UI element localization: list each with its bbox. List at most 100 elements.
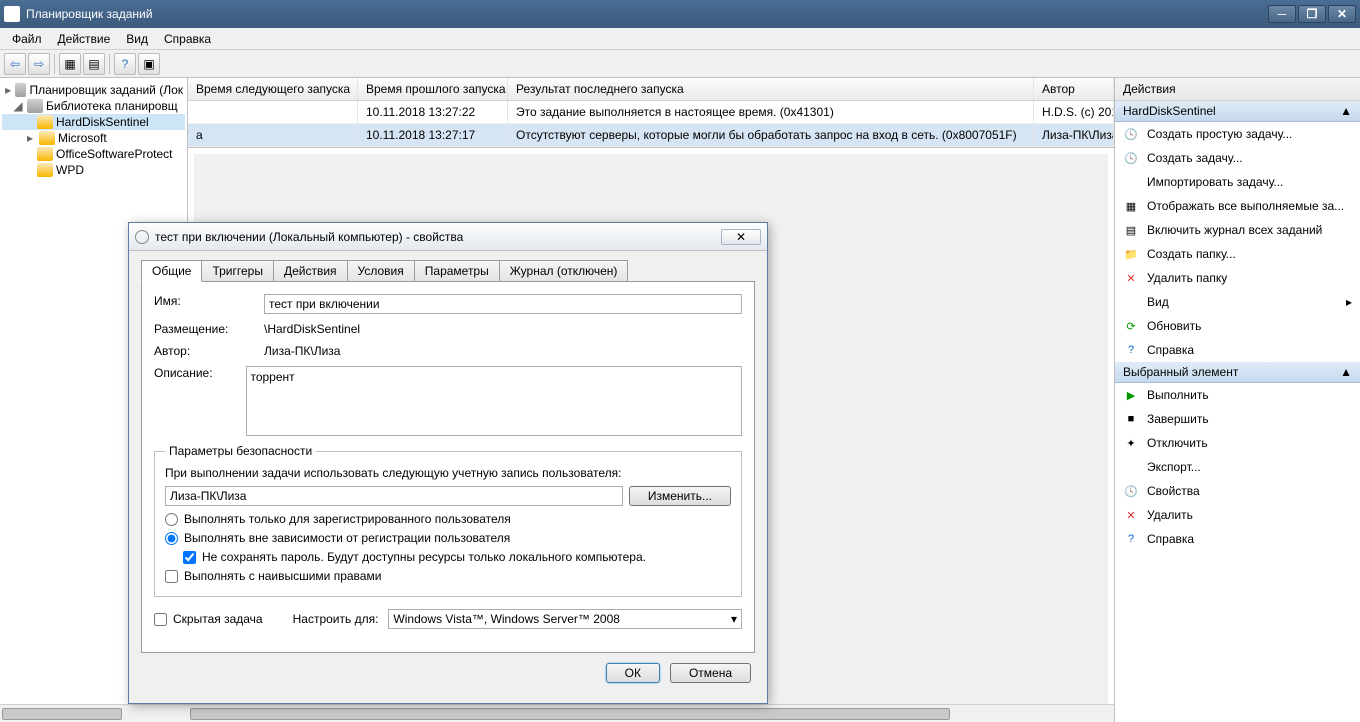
description-input[interactable] [246,366,742,436]
dialog-close-button[interactable]: ✕ [721,229,761,245]
help-icon: ? [1123,531,1139,547]
col-next[interactable]: Время следующего запуска [188,78,358,100]
tree-item-harddisksentinel[interactable]: HardDiskSentinel [2,114,185,130]
action-enable-history[interactable]: ▤Включить журнал всех заданий [1115,218,1360,242]
radio-any-user[interactable]: Выполнять вне зависимости от регистрации… [165,531,731,545]
dialog-tabs: Общие Триггеры Действия Условия Параметр… [129,251,767,281]
action-run[interactable]: ▶Выполнить [1115,383,1360,407]
action-end[interactable]: ■Завершить [1115,407,1360,431]
table-row[interactable]: а 10.11.2018 13:27:17 Отсутствуют сервер… [188,124,1114,147]
close-button[interactable]: ✕ [1328,5,1356,23]
action-help-2[interactable]: ?Справка [1115,527,1360,551]
forward-button[interactable]: ⇨ [28,53,50,75]
change-user-button[interactable]: Изменить... [629,486,731,506]
tab-triggers[interactable]: Триггеры [201,260,274,282]
tab-actions[interactable]: Действия [273,260,348,282]
ok-button[interactable]: ОК [606,663,660,683]
toolbar-button-1[interactable]: ▦ [59,53,81,75]
app-icon [4,6,20,22]
delete-icon: ✕ [1123,270,1139,286]
cancel-button[interactable]: Отмена [670,663,751,683]
wizard-icon: 🕓 [1123,126,1139,142]
collapse-icon: ▲ [1340,104,1352,118]
help-icon: ? [1123,342,1139,358]
dialog-title: тест при включении (Локальный компьютер)… [155,230,721,244]
actions-group-1[interactable]: HardDiskSentinel▲ [1115,101,1360,122]
action-show-running[interactable]: ▦Отображать все выполняемые за... [1115,194,1360,218]
tree-root[interactable]: ▸Планировщик заданий (Лок [2,82,185,98]
running-icon: ▦ [1123,198,1139,214]
dialog-titlebar[interactable]: тест при включении (Локальный компьютер)… [129,223,767,251]
grid-header: Время следующего запуска Время прошлого … [188,78,1114,101]
action-view[interactable]: Вид▸ [1115,290,1360,314]
action-new-folder[interactable]: 📁Создать папку... [1115,242,1360,266]
action-delete-folder[interactable]: ✕Удалить папку [1115,266,1360,290]
label-author: Автор: [154,344,264,358]
check-hidden[interactable]: Скрытая задача [154,612,263,626]
properties-icon: 🕓 [1123,483,1139,499]
value-name[interactable]: тест при включении [264,294,742,314]
check-highest-priv[interactable]: Выполнять с наивысшими правами [165,569,731,583]
tree-library[interactable]: ◢Библиотека планировщ [2,98,185,114]
chevron-down-icon: ▾ [731,612,737,626]
action-delete[interactable]: ✕Удалить [1115,503,1360,527]
tree-scrollbar[interactable] [0,704,188,722]
security-legend: Параметры безопасности [165,444,316,458]
toolbar-button-2[interactable]: ▤ [83,53,105,75]
actions-group-2[interactable]: Выбранный элемент▲ [1115,362,1360,383]
minimize-button[interactable]: ─ [1268,5,1296,23]
collapse-icon: ▲ [1340,365,1352,379]
security-fieldset: Параметры безопасности При выполнении за… [154,444,742,597]
maximize-button[interactable]: ❐ [1298,5,1326,23]
help-button[interactable]: ? [114,53,136,75]
toolbar: ⇦ ⇨ ▦ ▤ ? ▣ [0,50,1360,78]
chevron-right-icon: ▸ [1346,295,1352,309]
tab-settings[interactable]: Параметры [414,260,500,282]
action-disable[interactable]: ✦Отключить [1115,431,1360,455]
tab-general[interactable]: Общие [141,260,202,282]
tree-item-microsoft[interactable]: ▸Microsoft [2,130,185,146]
col-result[interactable]: Результат последнего запуска [508,78,1034,100]
action-help[interactable]: ?Справка [1115,338,1360,362]
configure-for-combo[interactable]: Windows Vista™, Windows Server™ 2008▾ [388,609,742,629]
clock-icon [135,230,149,244]
play-icon: ▶ [1123,387,1139,403]
center-scrollbar[interactable] [188,704,1114,722]
menu-help[interactable]: Справка [156,30,219,48]
toolbar-button-3[interactable]: ▣ [138,53,160,75]
import-icon [1123,174,1139,190]
action-export[interactable]: Экспорт... [1115,455,1360,479]
configure-label: Настроить для: [293,612,379,626]
actions-title: Действия [1115,78,1360,101]
menu-view[interactable]: Вид [118,30,156,48]
properties-dialog: тест при включении (Локальный компьютер)… [128,222,768,704]
tab-history[interactable]: Журнал (отключен) [499,260,629,282]
tree-item-office[interactable]: OfficeSoftwareProtect [2,146,185,162]
tab-conditions[interactable]: Условия [347,260,415,282]
label-name: Имя: [154,294,264,314]
action-create-task[interactable]: 🕓Создать задачу... [1115,146,1360,170]
menu-action[interactable]: Действие [50,30,119,48]
stop-icon: ■ [1123,411,1139,427]
window-titlebar: Планировщик заданий ─ ❐ ✕ [0,0,1360,28]
table-row[interactable]: 10.11.2018 13:27:22 Это задание выполняе… [188,101,1114,124]
action-import[interactable]: Импортировать задачу... [1115,170,1360,194]
back-button[interactable]: ⇦ [4,53,26,75]
task-icon: 🕓 [1123,150,1139,166]
radio-logged-on[interactable]: Выполнять только для зарегистрированного… [165,512,731,526]
menu-file[interactable]: Файл [4,30,50,48]
value-location: \HardDiskSentinel [264,322,742,336]
tree-item-wpd[interactable]: WPD [2,162,185,178]
action-properties[interactable]: 🕓Свойства [1115,479,1360,503]
delete-icon: ✕ [1123,507,1139,523]
action-create-basic[interactable]: 🕓Создать простую задачу... [1115,122,1360,146]
user-account: Лиза-ПК\Лиза [165,486,623,506]
label-description: Описание: [154,366,246,436]
window-title: Планировщик заданий [26,7,1268,21]
disable-icon: ✦ [1123,435,1139,451]
col-author[interactable]: Автор [1034,78,1114,100]
action-refresh[interactable]: ⟳Обновить [1115,314,1360,338]
check-no-password[interactable]: Не сохранять пароль. Будут доступны ресу… [183,550,731,564]
folder-icon: 📁 [1123,246,1139,262]
col-last[interactable]: Время прошлого запуска [358,78,508,100]
